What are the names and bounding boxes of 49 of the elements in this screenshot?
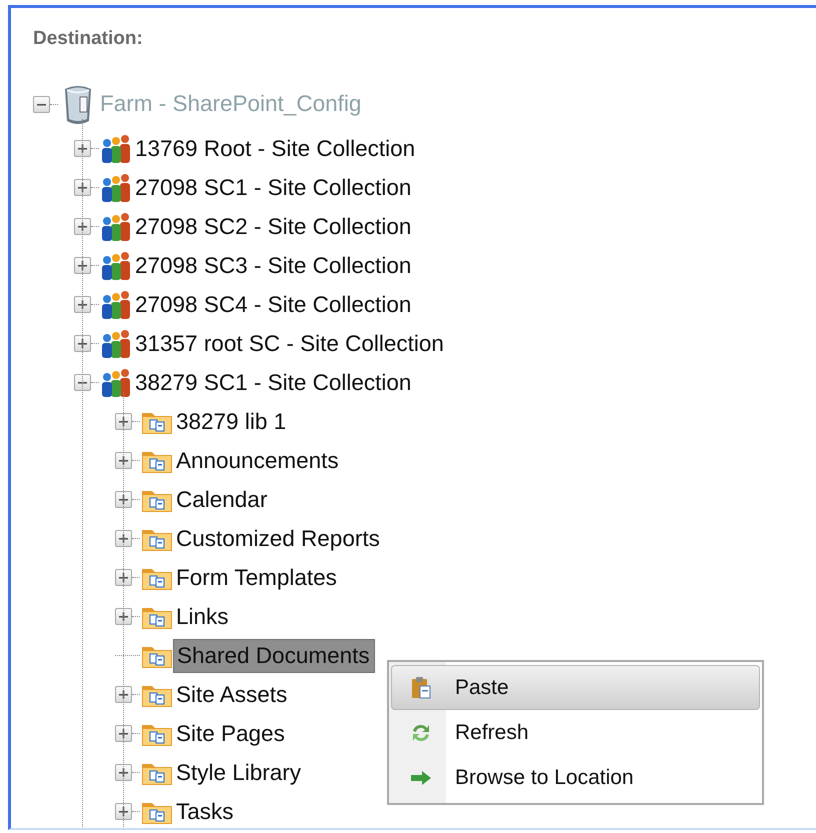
tree-item[interactable]: 38279 SC1 - Site Collection (132, 366, 416, 398)
clipboard-icon (410, 676, 432, 700)
tree-item[interactable]: Calendar (173, 484, 272, 516)
tree-item[interactable]: 27098 SC4 - Site Collection (132, 288, 416, 320)
collapse-icon[interactable] (33, 96, 50, 112)
people-icon (100, 212, 132, 242)
menu-item[interactable]: Refresh (391, 710, 760, 755)
people-icon (100, 250, 132, 280)
menu-item[interactable]: Paste (391, 665, 760, 710)
tree-item[interactable]: Site Pages (173, 718, 289, 750)
tree-item[interactable]: Tasks (173, 796, 238, 828)
tree-item[interactable]: 31357 root SC - Site Collection (132, 328, 448, 360)
expand-icon[interactable] (74, 257, 91, 274)
tree-item[interactable]: 27098 SC3 - Site Collection (132, 250, 416, 282)
tree-item[interactable]: Shared Documents (173, 638, 375, 672)
expand-icon[interactable] (115, 569, 132, 586)
expand-icon[interactable] (115, 686, 132, 703)
expand-icon[interactable] (74, 335, 91, 352)
collapse-icon[interactable] (74, 374, 91, 391)
expand-icon[interactable] (74, 296, 91, 313)
tree-item[interactable]: 13769 Root - Site Collection (132, 132, 420, 164)
tree-item[interactable]: Site Assets (173, 678, 292, 710)
tree-item[interactable]: Announcements (173, 444, 343, 476)
tree-item[interactable]: Links (173, 600, 233, 632)
expand-icon[interactable] (74, 218, 91, 235)
people-icon (100, 328, 132, 358)
people-icon (100, 134, 132, 164)
tree-item[interactable]: Form Templates (173, 562, 341, 594)
tree-item[interactable]: 27098 SC2 - Site Collection (132, 210, 416, 242)
expand-icon[interactable] (115, 452, 132, 469)
tree-item[interactable]: Style Library (173, 756, 306, 788)
expand-icon[interactable] (74, 179, 91, 196)
people-icon (100, 368, 132, 398)
expand-icon[interactable] (115, 413, 132, 430)
expand-icon[interactable] (115, 803, 132, 820)
destination-label: Destination: (33, 27, 143, 51)
expand-icon[interactable] (115, 725, 132, 742)
tree-item[interactable]: 38279 lib 1 (173, 406, 290, 438)
arrow-icon (410, 770, 432, 784)
expand-icon[interactable] (115, 491, 132, 508)
tree-item[interactable]: 27098 SC1 - Site Collection (132, 172, 416, 204)
people-icon (100, 290, 132, 320)
tree-item[interactable]: Customized Reports (173, 522, 384, 554)
expand-icon[interactable] (115, 530, 132, 547)
expand-icon[interactable] (74, 140, 91, 157)
people-icon (100, 172, 132, 202)
expand-icon[interactable] (115, 608, 132, 625)
menu-item[interactable]: Browse to Location (391, 755, 760, 800)
expand-icon[interactable] (115, 764, 132, 781)
